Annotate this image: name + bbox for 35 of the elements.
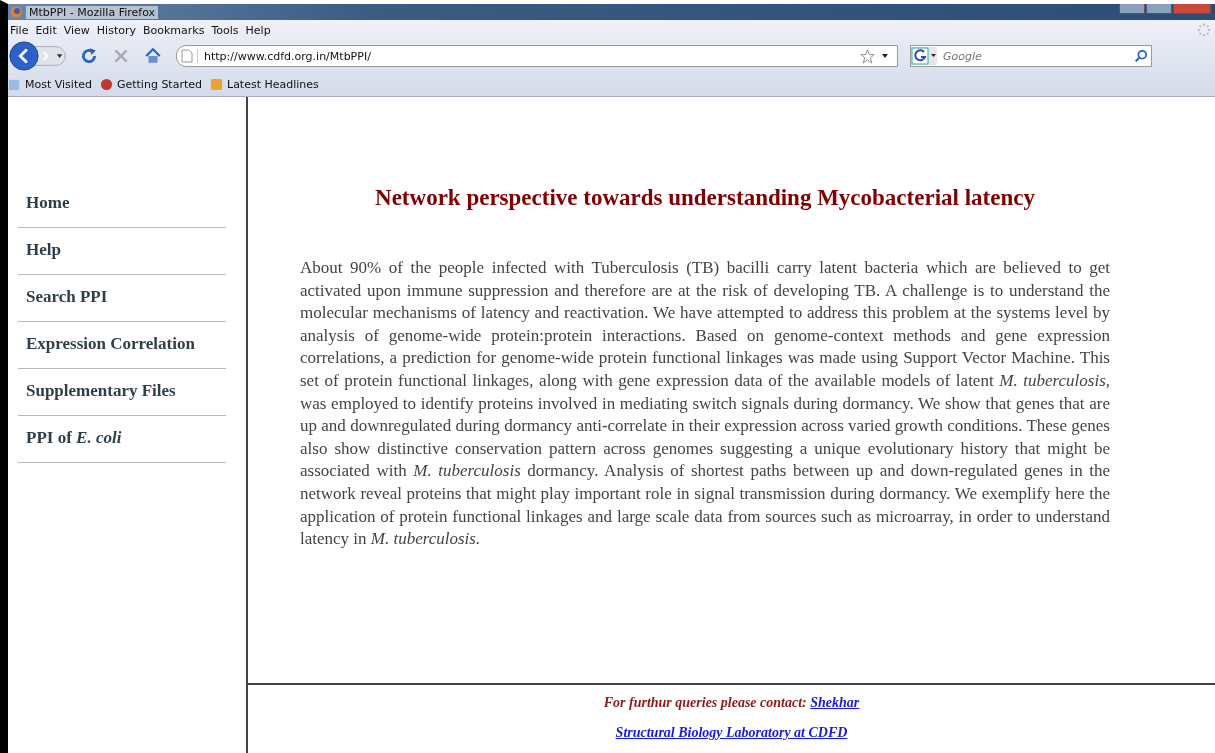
search-icon[interactable] (1134, 49, 1148, 63)
maximize-button[interactable] (1146, 4, 1172, 14)
menu-item[interactable]: History (94, 23, 141, 37)
address-bar[interactable]: http://www.cdfd.org.in/MtbPPI/ (176, 45, 898, 67)
menu-item[interactable]: Tools (209, 23, 244, 37)
menu-item[interactable]: Edit (33, 23, 62, 37)
home-icon[interactable] (144, 47, 162, 65)
sidebar-link[interactable]: Home (18, 181, 226, 228)
sidebar-link[interactable]: PPI of E. coli (18, 416, 226, 463)
page-heading: Network perspective towards understanding Mycobacterial latency (374, 185, 1036, 211)
star-icon[interactable] (860, 48, 875, 64)
abstract-paragraph: About 90% of the people infected with Tuberculosis (TB) bacilli carry latent bacteria which are believed to get activated upon immune suppression and therefore are at the risk of developing TB. A challenge is to understand the molecular mechanisms of latency and reactivation. We have attempted to address this problem at the systems level by analysis of genome-wide protein:protein interactions. Based on genome-context methods and gene expression correlations, a prediction for genome-wide protein functional linkages was made using Support Vector Machine. This set of protein functional linkages, along with gene expression data of the available models of latent M. tuberculosis, was employed to identify proteins involved in mediating switch signals during dormancy. We show that genes that are up and downregulated during dormancy anti-correlate in their expression across varied growth conditions. These genes also show distinctive conservation pattern across genomes suggesting a unique evolutionary history that might be associated with M. tuberculosis dormancy. Analysis of shortest paths between up and down-regulated genes in the network reveal proteins that might play important role in signal transmission during dormancy. We exemplify here the application of protein functional linkages and large scale data from sources such as microarray, in order to understand latency in M. tuberculosis. (300, 257, 1110, 551)
window-title: MtbPPI - Mozilla Firefox (26, 5, 159, 19)
sidebar-link[interactable]: Search PPI (18, 275, 226, 322)
menu-item[interactable]: File (8, 23, 34, 37)
bookmark-link[interactable]: Most Visited (25, 77, 92, 91)
page-icon (181, 49, 198, 63)
search-engine-icon[interactable] (911, 47, 937, 65)
search-box[interactable]: Google (910, 45, 1152, 67)
lab-link[interactable]: Structural Biology Laboratory at CDFD (615, 725, 848, 741)
sidebar-link[interactable]: Help (18, 228, 226, 275)
menu-item[interactable]: View (61, 23, 95, 37)
sidebar-link[interactable]: Supplementary Files (18, 369, 226, 416)
bookmark-link[interactable]: Getting Started (116, 77, 202, 91)
feed-icon (210, 77, 223, 91)
loading-spinner-icon (1197, 23, 1211, 37)
caret-icon[interactable] (881, 52, 889, 60)
minimize-button[interactable] (1119, 4, 1145, 14)
bookmark-link[interactable]: Latest Headlines (227, 77, 319, 91)
menu-item[interactable]: Help (243, 23, 276, 37)
sidebar-link[interactable]: Expression Correlation (18, 322, 226, 369)
reload-icon[interactable] (80, 47, 98, 65)
contact-link[interactable]: Shekhar (810, 695, 860, 710)
menu-item[interactable]: Bookmarks (141, 23, 210, 37)
contact-text: For furthur queries please contact: Shekhar (602, 695, 861, 711)
